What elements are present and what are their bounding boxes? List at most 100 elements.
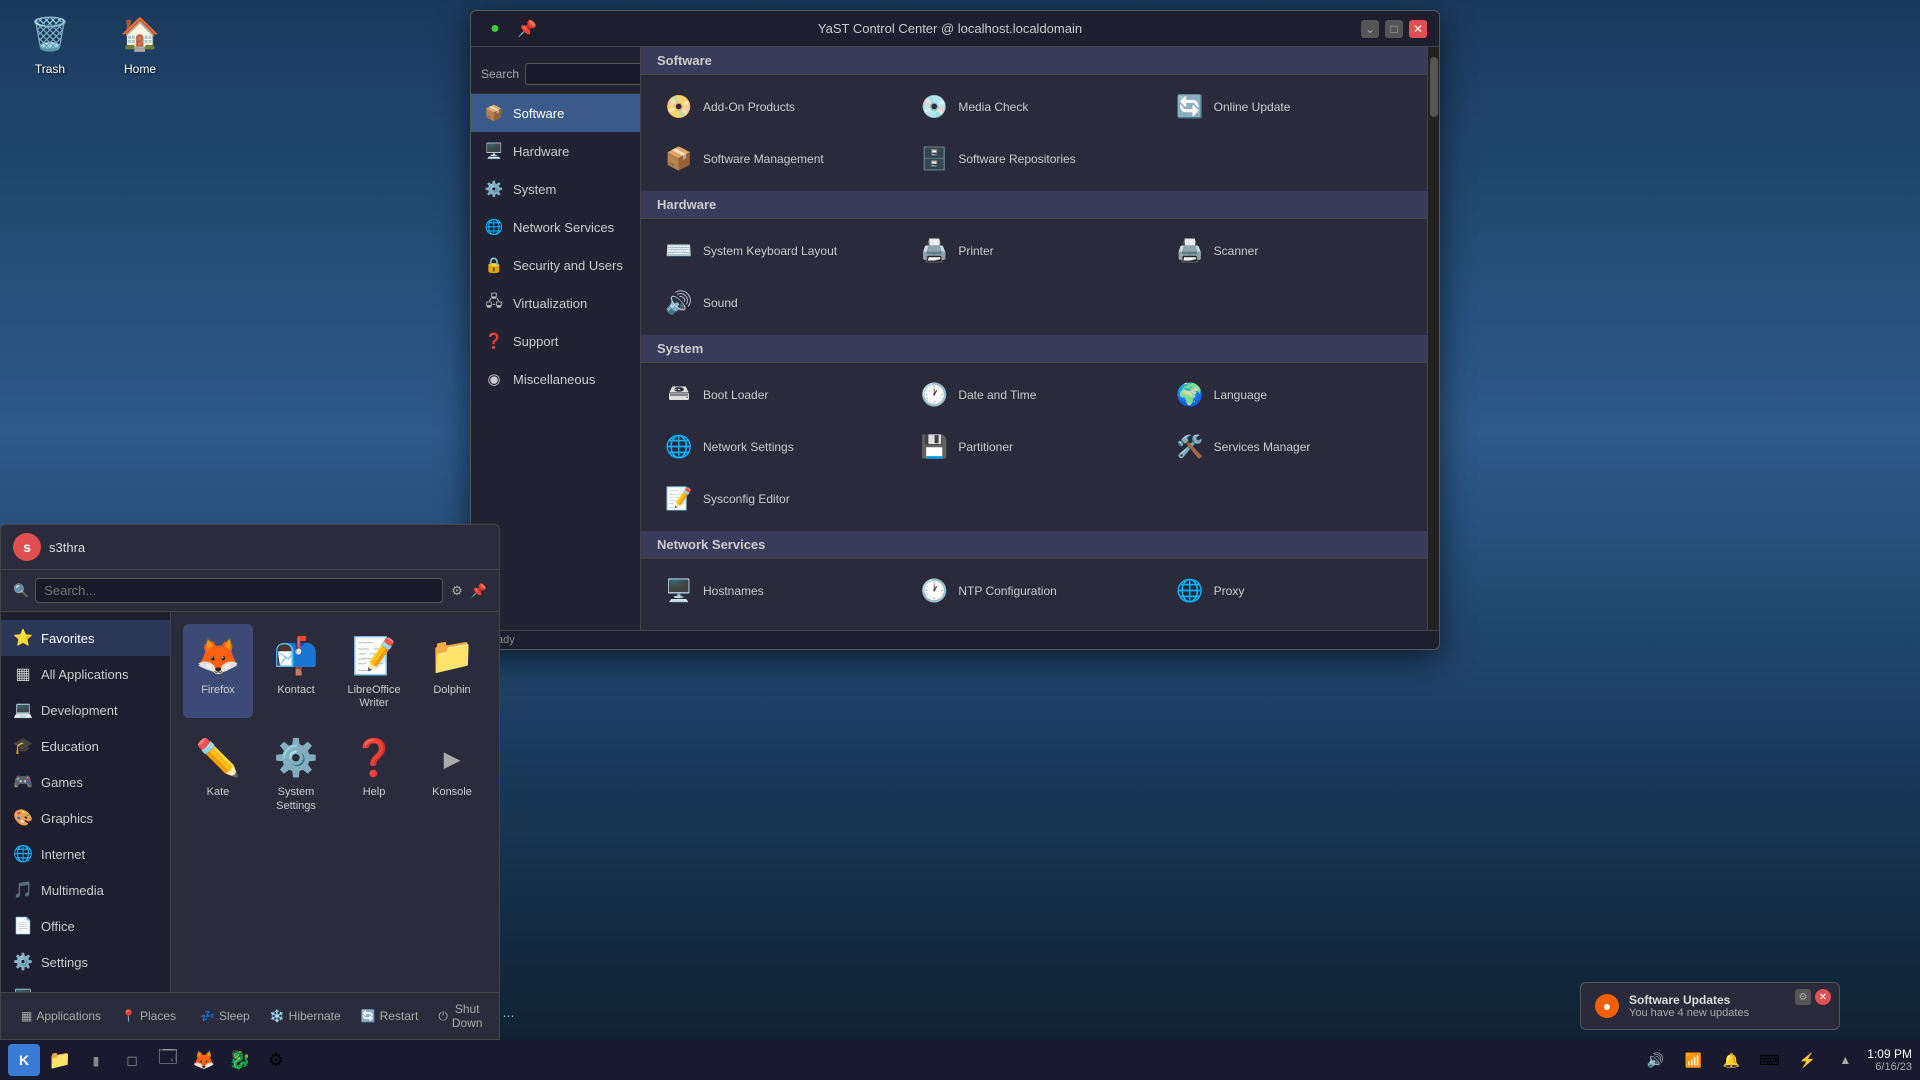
- hibernate-button[interactable]: ❄️ Hibernate: [262, 1006, 349, 1026]
- applications-button[interactable]: ▦ Applications: [13, 1006, 109, 1026]
- app-item-kontact[interactable]: 📬 Kontact: [261, 624, 331, 718]
- taskbar-pager[interactable]: ◻: [116, 1044, 148, 1076]
- yast-system-grid: 🖴 Boot Loader 🕐 Date and Time 🌍 Language…: [641, 363, 1427, 531]
- applications-icon: ▦: [21, 1009, 32, 1023]
- yast-item-mediacheck[interactable]: 💿 Media Check: [908, 83, 1159, 131]
- app-item-help[interactable]: ❓ Help: [339, 726, 409, 820]
- app-item-firefox[interactable]: 🦊 Firefox: [183, 624, 253, 718]
- yast-item-sound[interactable]: 🔊 Sound: [653, 279, 904, 327]
- yast-item-printer[interactable]: 🖨️ Printer: [908, 227, 1159, 275]
- app-item-libreoffice[interactable]: 📝 LibreOffice Writer: [339, 624, 409, 718]
- notification-content: Software Updates You have 4 new updates: [1629, 993, 1749, 1019]
- sidebar-item-office[interactable]: 📄 Office: [1, 908, 170, 944]
- yast-item-hostnames[interactable]: 🖥️ Hostnames: [653, 567, 904, 615]
- help-icon: ❓: [350, 734, 398, 782]
- sleep-button[interactable]: 💤 Sleep: [192, 1006, 258, 1026]
- yast-window: ● 📌 YaST Control Center @ localhost.loca…: [470, 10, 1440, 650]
- yast-item-services[interactable]: 🛠️ Services Manager: [1164, 423, 1415, 471]
- sidebar-item-multimedia[interactable]: 🎵 Multimedia: [1, 872, 170, 908]
- taskbar-app2[interactable]: ⚙: [260, 1044, 292, 1076]
- app-search-input[interactable]: [35, 578, 443, 603]
- yast-item-bootloader[interactable]: 🖴 Boot Loader: [653, 371, 904, 419]
- yast-item-softwarerepo[interactable]: 🗄️ Software Repositories: [908, 135, 1159, 183]
- applications-label: Applications: [36, 1009, 101, 1023]
- sidebar-item-favorites[interactable]: ⭐ Favorites: [1, 620, 170, 656]
- taskbar-systray-updates[interactable]: 🔔: [1715, 1044, 1747, 1076]
- yast-item-language[interactable]: 🌍 Language: [1164, 371, 1415, 419]
- notification-close-button[interactable]: ✕: [1815, 989, 1831, 1005]
- yast-scrollbar[interactable]: [1427, 47, 1439, 630]
- yast-nav-security[interactable]: 🔒 Security and Users: [471, 246, 640, 284]
- yast-netsettings-label: Network Settings: [703, 440, 794, 454]
- app-menu-body: ⭐ Favorites ▦ All Applications 💻 Develop…: [1, 612, 499, 992]
- sidebar-item-settings[interactable]: ⚙️ Settings: [1, 944, 170, 980]
- yast-hostnames-icon: 🖥️: [663, 575, 695, 607]
- taskbar-systray-expand[interactable]: ▲: [1829, 1044, 1861, 1076]
- yast-item-samba[interactable]: 🗄️ Samba Server: [908, 619, 1159, 630]
- yast-search-input[interactable]: [525, 63, 641, 85]
- yast-nav-misc[interactable]: ◉ Miscellaneous: [471, 360, 640, 398]
- taskbar-app1[interactable]: 🐉: [224, 1044, 256, 1076]
- desktop: 🗑️ Trash 🏠 Home ● 📌 YaST Control Center …: [0, 0, 1920, 1080]
- yast-nav-system[interactable]: ⚙️ System: [471, 170, 640, 208]
- taskbar-firefox[interactable]: 🦊: [188, 1044, 220, 1076]
- yast-nav-software[interactable]: 📦 Software: [471, 94, 640, 132]
- taskbar-filemanager[interactable]: 📁: [44, 1044, 76, 1076]
- yast-close-button[interactable]: ✕: [1409, 20, 1427, 38]
- yast-item-datetime[interactable]: 🕐 Date and Time: [908, 371, 1159, 419]
- yast-nav-virtualization[interactable]: 🖧 Virtualization: [471, 284, 640, 322]
- sidebar-item-development[interactable]: 💻 Development: [1, 692, 170, 728]
- taskbar-window[interactable]: 🗔: [152, 1044, 184, 1076]
- taskbar-systray-keyboard[interactable]: ⌨: [1753, 1044, 1785, 1076]
- systemsettings-icon: ⚙️: [272, 734, 320, 782]
- sidebar-item-education[interactable]: 🎓 Education: [1, 728, 170, 764]
- yast-scanner-icon: 🖨️: [1174, 235, 1206, 267]
- notification-settings-button[interactable]: ⚙: [1795, 989, 1811, 1005]
- yast-nav-hardware[interactable]: 🖥️ Hardware: [471, 132, 640, 170]
- pin-icon[interactable]: 📌: [471, 583, 487, 599]
- yast-item-sysconfig[interactable]: 📝 Sysconfig Editor: [653, 475, 904, 523]
- favorites-label: Favorites: [41, 631, 94, 646]
- yast-item-addon[interactable]: 📀 Add-On Products: [653, 83, 904, 131]
- yast-item-proxy[interactable]: 🌐 Proxy: [1164, 567, 1415, 615]
- yast-nav-icon-green[interactable]: ●: [483, 17, 507, 41]
- yast-item-ntp[interactable]: 🕐 NTP Configuration: [908, 567, 1159, 615]
- app-item-kate[interactable]: ✏️ Kate: [183, 726, 253, 820]
- app-item-systemsettings[interactable]: ⚙️ System Settings: [261, 726, 331, 820]
- taskbar-terminal[interactable]: ▮: [80, 1044, 112, 1076]
- taskbar-systray-network[interactable]: 📶: [1677, 1044, 1709, 1076]
- yast-item-scanner[interactable]: 🖨️ Scanner: [1164, 227, 1415, 275]
- places-button[interactable]: 📍 Places: [113, 1006, 184, 1026]
- yast-item-netsettings[interactable]: 🌐 Network Settings: [653, 423, 904, 471]
- sidebar-item-internet[interactable]: 🌐 Internet: [1, 836, 170, 872]
- app-item-dolphin[interactable]: 📁 Dolphin: [417, 624, 487, 718]
- yast-scrollbar-thumb: [1430, 57, 1438, 117]
- taskbar-systray-kmix[interactable]: 🔊: [1639, 1044, 1671, 1076]
- yast-nav-network[interactable]: 🌐 Network Services: [471, 208, 640, 246]
- yast-item-windows[interactable]: 🖥️ Windows Domain Membership: [1164, 619, 1415, 630]
- sidebar-item-graphics[interactable]: 🎨 Graphics: [1, 800, 170, 836]
- yast-maximize-button[interactable]: □: [1385, 20, 1403, 38]
- sidebar-item-all[interactable]: ▦ All Applications: [1, 656, 170, 692]
- yast-item-onlineupdate[interactable]: 🔄 Online Update: [1164, 83, 1415, 131]
- taskbar-kde-button[interactable]: K: [8, 1044, 40, 1076]
- desktop-icon-trash[interactable]: 🗑️ Trash: [10, 10, 90, 76]
- app-item-konsole[interactable]: ▶ Konsole: [417, 726, 487, 820]
- taskbar-systray-power[interactable]: ⚡: [1791, 1044, 1823, 1076]
- hibernate-icon: ❄️: [270, 1009, 285, 1023]
- yast-minimize-button[interactable]: ⌄: [1361, 20, 1379, 38]
- shutdown-button[interactable]: ⏻ Shut Down: [430, 999, 490, 1033]
- filter-icon[interactable]: ⚙: [451, 583, 463, 599]
- sidebar-item-games[interactable]: 🎮 Games: [1, 764, 170, 800]
- yast-nav-support[interactable]: ❓ Support: [471, 322, 640, 360]
- more-button[interactable]: ⋯: [495, 1006, 523, 1026]
- yast-nav-icon-pin[interactable]: 📌: [515, 17, 539, 41]
- yast-nav-security-label: Security and Users: [513, 258, 623, 273]
- yast-item-vnc[interactable]: 🖥️ Remote Administration (VNC): [653, 619, 904, 630]
- yast-item-softwaremgmt[interactable]: 📦 Software Management: [653, 135, 904, 183]
- desktop-icon-home[interactable]: 🏠 Home: [100, 10, 180, 76]
- yast-item-keyboard[interactable]: ⌨️ System Keyboard Layout: [653, 227, 904, 275]
- restart-button[interactable]: 🔄 Restart: [353, 1006, 427, 1026]
- sidebar-item-system[interactable]: 🖥️ System: [1, 980, 170, 992]
- yast-item-partitioner[interactable]: 💾 Partitioner: [908, 423, 1159, 471]
